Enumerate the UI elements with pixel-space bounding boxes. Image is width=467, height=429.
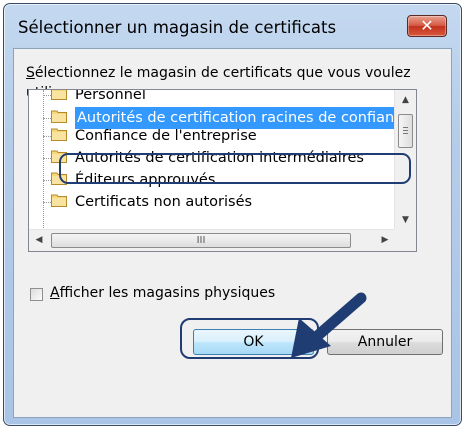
dialog-window: Sélectionner un magasin de certificats ✕… bbox=[3, 3, 462, 426]
horizontal-scrollbar[interactable]: ◀ III ▶ bbox=[29, 229, 395, 251]
close-button[interactable]: ✕ bbox=[407, 15, 447, 37]
tree-item-enterprise-trust[interactable]: Confiance de l'entreprise bbox=[51, 125, 257, 147]
show-physical-stores-checkbox[interactable] bbox=[30, 288, 43, 301]
grip-line bbox=[403, 133, 408, 134]
scroll-left-icon[interactable]: ◀ bbox=[29, 230, 49, 251]
scrollbar-corner bbox=[394, 229, 416, 251]
vertical-scroll-thumb[interactable] bbox=[398, 114, 413, 148]
tree-item-untrusted[interactable]: Certificats non autorisés bbox=[51, 191, 252, 213]
scroll-grip: III bbox=[196, 235, 206, 246]
grip-line bbox=[403, 127, 408, 128]
annotation-highlight-selected-item bbox=[59, 153, 411, 184]
instruction-access-key: S bbox=[26, 65, 35, 81]
tree-connector bbox=[43, 90, 44, 230]
window-title: Sélectionner un magasin de certificats bbox=[18, 18, 337, 37]
horizontal-scroll-thumb[interactable]: III bbox=[51, 233, 351, 248]
grip-line bbox=[403, 130, 408, 131]
scroll-right-icon[interactable]: ▶ bbox=[375, 230, 395, 251]
tree-item-label: Certificats non autorisés bbox=[75, 194, 253, 210]
folder-icon bbox=[51, 90, 67, 100]
scroll-up-icon[interactable]: ▲ bbox=[395, 90, 416, 110]
show-physical-stores-label[interactable]: Afficher les magasins physiques bbox=[50, 285, 275, 301]
scroll-down-icon[interactable]: ▼ bbox=[395, 210, 416, 230]
close-icon: ✕ bbox=[420, 16, 434, 35]
checkbox-access-key: A bbox=[50, 285, 60, 301]
tree-item-personnel[interactable]: Personnel bbox=[51, 90, 146, 106]
tree-item-label: Personnel bbox=[75, 90, 146, 103]
annotation-arrow-icon bbox=[291, 292, 367, 358]
folder-icon bbox=[51, 108, 67, 123]
folder-icon bbox=[51, 192, 67, 207]
tree-item-label: Confiance de l'entreprise bbox=[75, 128, 257, 144]
checkbox-label-rest: fficher les magasins physiques bbox=[59, 285, 276, 301]
folder-icon bbox=[51, 126, 67, 141]
